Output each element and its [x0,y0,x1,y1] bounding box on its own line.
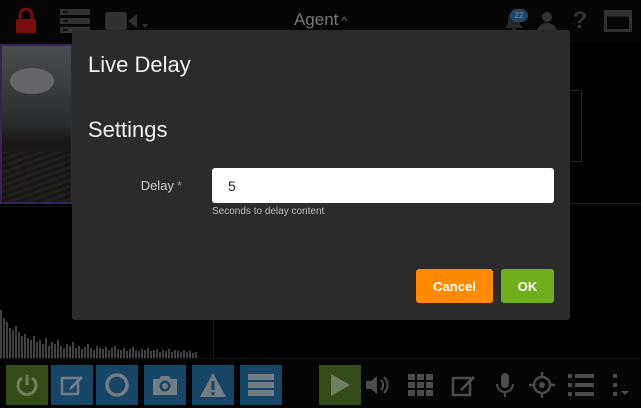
live-delay-dialog: Live Delay Settings Delay* Seconds to de… [72,30,570,320]
cancel-button[interactable]: Cancel [416,269,493,303]
ok-button[interactable]: OK [501,269,554,303]
delay-input[interactable] [212,168,554,203]
dialog-title: Live Delay [88,52,191,77]
settings-heading: Settings [88,117,168,142]
delay-label: Delay * [136,178,182,193]
required-marker: * [176,178,182,193]
delay-label-text: Delay [140,178,174,193]
delay-hint: Seconds to delay content [212,206,325,217]
